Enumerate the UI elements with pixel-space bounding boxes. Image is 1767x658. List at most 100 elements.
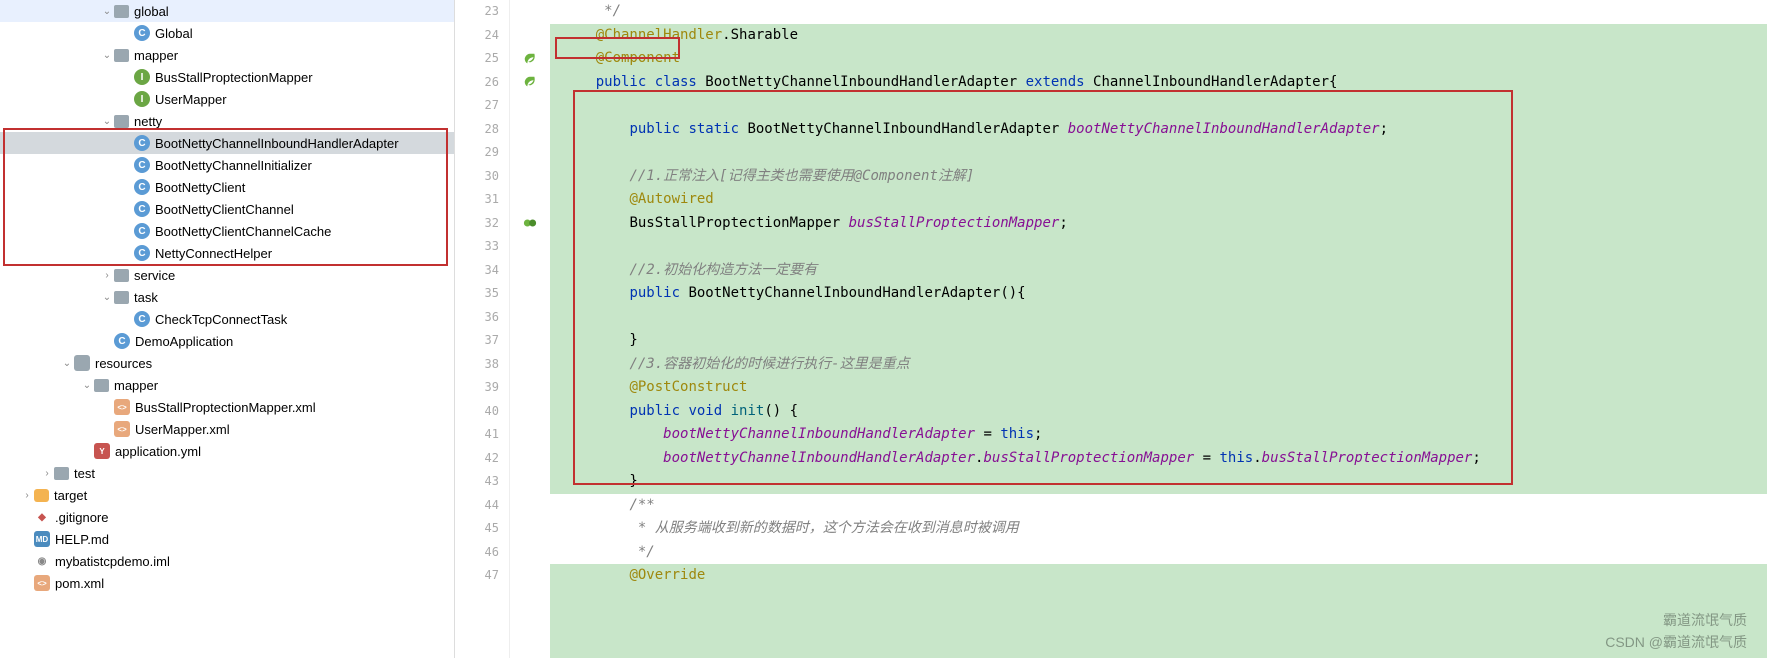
gutter-icon-slot bbox=[510, 282, 550, 306]
tree-item-busstallproptectionmapper[interactable]: ›IBusStallProptectionMapper bbox=[0, 66, 454, 88]
code-line[interactable]: //3.容器初始化的时候进行执行-这里是重点 bbox=[550, 353, 1767, 377]
code-line[interactable]: @ChannelHandler.Sharable bbox=[550, 24, 1767, 48]
code-line[interactable]: } bbox=[550, 329, 1767, 353]
tree-item-application-yml[interactable]: ›Yapplication.yml bbox=[0, 440, 454, 462]
chevron-icon[interactable]: ⌄ bbox=[80, 380, 94, 391]
gutter-icon-slot bbox=[510, 447, 550, 471]
code-line[interactable]: @Component bbox=[550, 47, 1767, 71]
tree-item-target[interactable]: ›target bbox=[0, 484, 454, 506]
tree-item-netty[interactable]: ⌄ netty bbox=[0, 110, 454, 132]
folder-icon bbox=[114, 5, 129, 18]
tree-item-demoapplication[interactable]: ›CDemoApplication bbox=[0, 330, 454, 352]
gutter-icon-slot bbox=[510, 0, 550, 24]
tree-item-busstallproptectionmapper-xml[interactable]: ›<>BusStallProptectionMapper.xml bbox=[0, 396, 454, 418]
code-line[interactable]: @Autowired bbox=[550, 188, 1767, 212]
folder-res-icon bbox=[74, 355, 90, 371]
code-line[interactable]: BusStallProptectionMapper busStallPropte… bbox=[550, 212, 1767, 236]
code-line[interactable]: */ bbox=[550, 541, 1767, 565]
tree-item-task[interactable]: ⌄ task bbox=[0, 286, 454, 308]
tree-item-test[interactable]: ›test bbox=[0, 462, 454, 484]
code-line[interactable]: public static BootNettyChannelInboundHan… bbox=[550, 118, 1767, 142]
code-area[interactable]: */ @ChannelHandler.Sharable @Component p… bbox=[550, 0, 1767, 658]
chevron-icon[interactable]: › bbox=[100, 270, 114, 281]
tree-item-label: BootNettyChannelInboundHandlerAdapter bbox=[155, 136, 399, 151]
tree-item-global[interactable]: ⌄ global bbox=[0, 0, 454, 22]
gutter-icon-slot bbox=[510, 423, 550, 447]
line-number: 24 bbox=[455, 24, 509, 48]
code-line[interactable]: //2.初始化构造方法一定要有 bbox=[550, 259, 1767, 283]
tree-item-label: netty bbox=[134, 114, 162, 129]
tree-item-label: BootNettyClient bbox=[155, 180, 245, 195]
code-line[interactable]: bootNettyChannelInboundHandlerAdapter = … bbox=[550, 423, 1767, 447]
code-line[interactable]: /** bbox=[550, 494, 1767, 518]
code-line[interactable] bbox=[550, 306, 1767, 330]
chevron-icon[interactable]: ⌄ bbox=[100, 50, 114, 61]
line-number: 42 bbox=[455, 447, 509, 471]
tree-item-label: task bbox=[134, 290, 158, 305]
gutter-icon-slot bbox=[510, 47, 550, 71]
line-number: 45 bbox=[455, 517, 509, 541]
tree-item-bootnettyclientchannel[interactable]: ›CBootNettyClientChannel bbox=[0, 198, 454, 220]
folder-icon bbox=[114, 115, 129, 128]
tree-item-label: resources bbox=[95, 356, 152, 371]
code-editor[interactable]: 2324252627282930313233343536373839404142… bbox=[455, 0, 1767, 658]
gutter-icon-slot bbox=[510, 470, 550, 494]
tree-item-bootnettychannelinitializer[interactable]: ›CBootNettyChannelInitializer bbox=[0, 154, 454, 176]
tree-item-bootnettyclientchannelcache[interactable]: ›CBootNettyClientChannelCache bbox=[0, 220, 454, 242]
code-line[interactable] bbox=[550, 235, 1767, 259]
code-line[interactable]: public BootNettyChannelInboundHandlerAda… bbox=[550, 282, 1767, 306]
line-number: 38 bbox=[455, 353, 509, 377]
code-line[interactable] bbox=[550, 141, 1767, 165]
code-line[interactable]: */ bbox=[550, 0, 1767, 24]
gutter-icon-slot bbox=[510, 188, 550, 212]
tree-item-checktcpconnecttask[interactable]: ›CCheckTcpConnectTask bbox=[0, 308, 454, 330]
tree-item-nettyconnecthelper[interactable]: ›CNettyConnectHelper bbox=[0, 242, 454, 264]
gutter-icon-slot bbox=[510, 376, 550, 400]
tree-item-resources[interactable]: ⌄ resources bbox=[0, 352, 454, 374]
iml-icon: ◉ bbox=[34, 553, 50, 569]
code-line[interactable]: * 从服务端收到新的数据时，这个方法会在收到消息时被调用 bbox=[550, 517, 1767, 541]
code-line[interactable]: public class BootNettyChannelInboundHand… bbox=[550, 71, 1767, 95]
chevron-icon[interactable]: ⌄ bbox=[100, 116, 114, 127]
tree-item-service[interactable]: ›service bbox=[0, 264, 454, 286]
folder-icon bbox=[114, 49, 129, 62]
class-c-icon: C bbox=[134, 179, 150, 195]
tree-item-mapper[interactable]: ⌄mapper bbox=[0, 44, 454, 66]
tree-item-pom-xml[interactable]: ›<>pom.xml bbox=[0, 572, 454, 594]
tree-item-bootnettyclient[interactable]: ›CBootNettyClient bbox=[0, 176, 454, 198]
chevron-icon[interactable]: › bbox=[40, 468, 54, 479]
code-line[interactable]: public void init() { bbox=[550, 400, 1767, 424]
tree-item-help-md[interactable]: ›MDHELP.md bbox=[0, 528, 454, 550]
folder-icon bbox=[114, 269, 129, 282]
code-line[interactable]: //1.正常注入[记得主类也需要使用@Component注解] bbox=[550, 165, 1767, 189]
code-line[interactable]: @Override bbox=[550, 564, 1767, 588]
chevron-icon[interactable]: ⌄ bbox=[60, 358, 74, 369]
chevron-icon[interactable]: › bbox=[20, 490, 34, 501]
gutter-icon-slot bbox=[510, 329, 550, 353]
tree-item-label: global bbox=[134, 4, 169, 19]
code-line[interactable]: @PostConstruct bbox=[550, 376, 1767, 400]
code-line[interactable] bbox=[550, 94, 1767, 118]
tree-item-label: CheckTcpConnectTask bbox=[155, 312, 287, 327]
project-tree[interactable]: ⌄global›CGlobal⌄mapper›IBusStallProptect… bbox=[0, 0, 455, 658]
tree-item-label: NettyConnectHelper bbox=[155, 246, 272, 261]
class-c-icon: C bbox=[134, 135, 150, 151]
interface-i-icon: I bbox=[134, 69, 150, 85]
watermark-text-2: CSDN @霸道流氓气质 bbox=[1605, 632, 1747, 652]
line-number: 32 bbox=[455, 212, 509, 236]
tree-item-mybatistcpdemo-iml[interactable]: ›◉mybatistcpdemo.iml bbox=[0, 550, 454, 572]
tree-item-label: .gitignore bbox=[55, 510, 108, 525]
code-line[interactable]: bootNettyChannelInboundHandlerAdapter.bu… bbox=[550, 447, 1767, 471]
chevron-icon[interactable]: ⌄ bbox=[100, 292, 114, 303]
folder-icon bbox=[94, 379, 109, 392]
tree-item-mapper[interactable]: ⌄ mapper bbox=[0, 374, 454, 396]
tree-item-global[interactable]: ›CGlobal bbox=[0, 22, 454, 44]
tree-item-usermapper[interactable]: ›IUserMapper bbox=[0, 88, 454, 110]
tree-item-usermapper-xml[interactable]: ›<>UserMapper.xml bbox=[0, 418, 454, 440]
tree-item-label: mapper bbox=[114, 378, 158, 393]
code-line[interactable]: } bbox=[550, 470, 1767, 494]
class-c-icon: C bbox=[134, 201, 150, 217]
chevron-icon[interactable]: ⌄ bbox=[100, 6, 114, 17]
tree-item--gitignore[interactable]: ›◆.gitignore bbox=[0, 506, 454, 528]
tree-item-bootnettychannelinboundhandleradapter[interactable]: ›CBootNettyChannelInboundHandlerAdapter bbox=[0, 132, 454, 154]
